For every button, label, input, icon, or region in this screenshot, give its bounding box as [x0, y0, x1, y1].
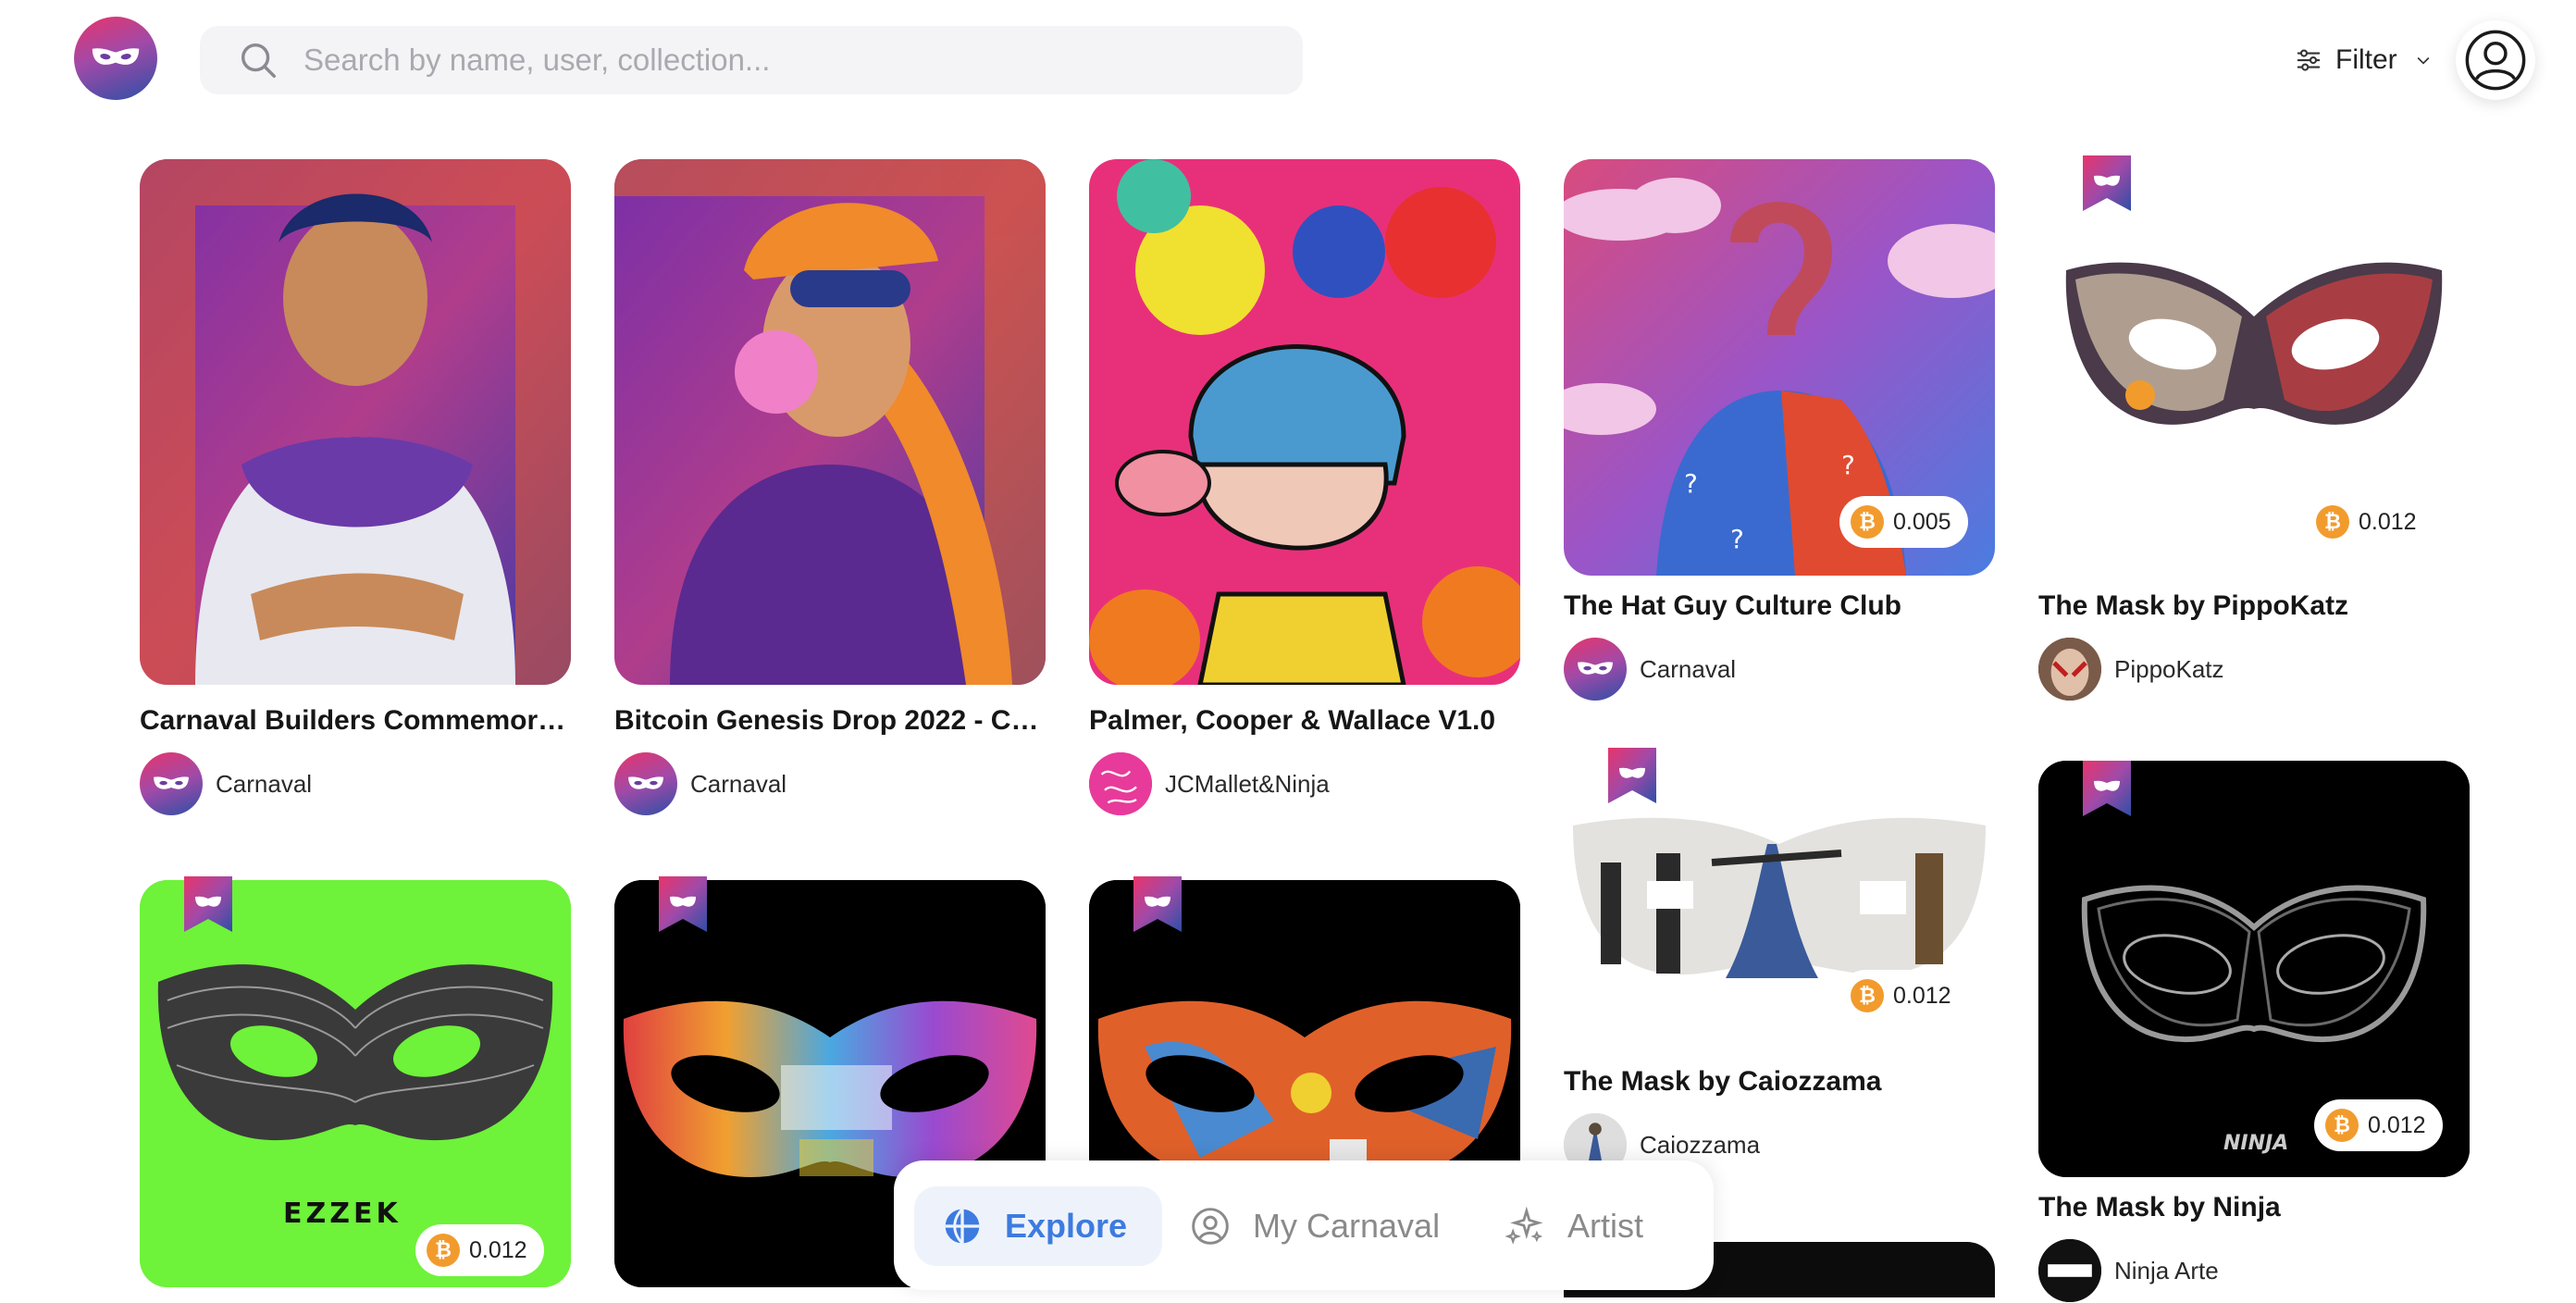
- svg-text:?: ?: [1684, 468, 1698, 499]
- nft-title[interactable]: Palmer, Cooper & Wallace V1.0: [1089, 705, 1520, 737]
- nft-title[interactable]: Carnaval Builders Commemorat...: [140, 705, 571, 737]
- creator[interactable]: PippoKatz: [2038, 637, 2224, 701]
- sliders-icon: [2297, 49, 2321, 71]
- creator-avatar: [140, 752, 203, 815]
- globe-icon: [945, 1208, 980, 1245]
- nft-title[interactable]: The Mask by Caiozzama: [1564, 1066, 1995, 1098]
- svg-text:?: ?: [1730, 524, 1744, 554]
- nav-explore[interactable]: Explore: [914, 1186, 1163, 1266]
- nav-artist[interactable]: Artist: [1505, 1186, 1643, 1266]
- bitcoin-icon: ₿: [1851, 505, 1884, 539]
- artwork-signature: EZZEK: [283, 1198, 402, 1230]
- price-tag: ₿ 0.012: [2305, 496, 2434, 548]
- nft-image[interactable]: [614, 159, 1046, 685]
- search-input[interactable]: [302, 42, 1231, 79]
- carnaval-logo[interactable]: [74, 17, 157, 100]
- creator[interactable]: Carnaval: [1564, 637, 1736, 701]
- nav-my-carnaval[interactable]: My Carnaval: [1190, 1186, 1440, 1266]
- bottom-navigation: Explore My Carnaval Artist: [894, 1160, 1714, 1290]
- filter-label: Filter: [2335, 44, 2397, 75]
- nav-explore-label: Explore: [1005, 1207, 1128, 1245]
- nft-title[interactable]: The Mask by PippoKatz: [2038, 590, 2470, 622]
- profile-button[interactable]: [2456, 20, 2535, 100]
- price-value: 0.012: [2359, 508, 2417, 535]
- creator-name: Carnaval: [1640, 654, 1737, 683]
- svg-text:?: ?: [1841, 450, 1855, 480]
- creator-avatar: [1089, 752, 1152, 815]
- bookmark-badge-icon: [2083, 761, 2131, 816]
- creator[interactable]: Ninja Arte: [2038, 1238, 2219, 1303]
- nft-image[interactable]: [140, 159, 571, 685]
- creator[interactable]: Carnaval: [614, 751, 786, 816]
- creator-name: Caiozzama: [1640, 1130, 1761, 1159]
- nft-title[interactable]: The Hat Guy Culture Club: [1564, 590, 1995, 622]
- mask-icon: [154, 776, 189, 789]
- user-circle-icon: [1192, 1208, 1229, 1245]
- nav-artist-label: Artist: [1567, 1207, 1644, 1245]
- mask-icon: [92, 48, 140, 65]
- nft-title[interactable]: Bitcoin Genesis Drop 2022 - Con...: [614, 705, 1046, 737]
- price-value: 0.012: [2368, 1111, 2426, 1138]
- bookmark-badge-icon: [2083, 155, 2131, 211]
- price-tag: ₿ 0.012: [415, 1224, 544, 1276]
- creator-avatar: [2038, 638, 2101, 701]
- mask-icon: [1578, 661, 1613, 675]
- creator[interactable]: JCMallet&Ninja: [1089, 751, 1330, 816]
- chevron-down-icon: [2417, 56, 2430, 65]
- user-icon: [2465, 30, 2526, 91]
- bookmark-badge-icon: [184, 876, 232, 932]
- nav-my-carnaval-label: My Carnaval: [1253, 1207, 1441, 1245]
- bitcoin-icon: ₿: [2325, 1109, 2359, 1142]
- artwork-illustration: [140, 159, 571, 685]
- bookmark-badge-icon: [659, 876, 707, 932]
- artwork-illustration: [1089, 159, 1520, 685]
- bitcoin-icon: ₿: [1851, 979, 1884, 1012]
- creator-name: Carnaval: [690, 769, 787, 798]
- artist-logo-image: [2038, 1239, 2101, 1302]
- creator-name: PippoKatz: [2114, 654, 2224, 683]
- artwork-signature: NINJA: [2223, 1132, 2288, 1155]
- price-tag: ₿ 0.012: [2314, 1099, 2443, 1151]
- bitcoin-icon: ₿: [2316, 505, 2349, 539]
- search-icon: [241, 43, 276, 78]
- creator-avatar: [1564, 638, 1627, 701]
- artist-signature-image: [1089, 752, 1152, 815]
- bookmark-badge-icon: [1133, 876, 1182, 932]
- price-tag: ₿ 0.005: [1839, 496, 1968, 548]
- bookmark-badge-icon: [1608, 748, 1656, 803]
- sparkles-icon: [1505, 1206, 1543, 1245]
- creator[interactable]: Carnaval: [140, 751, 312, 816]
- price-value: 0.005: [1893, 508, 1951, 535]
- artist-face-image: [2038, 638, 2101, 701]
- creator-name: Carnaval: [216, 769, 313, 798]
- price-value: 0.012: [469, 1236, 527, 1263]
- creator-name: Ninja Arte: [2114, 1256, 2219, 1284]
- creator-avatar: [2038, 1239, 2101, 1302]
- artwork-illustration: [614, 159, 1046, 685]
- creator-name: JCMallet&Ninja: [1165, 769, 1330, 798]
- search-bar[interactable]: [200, 26, 1303, 94]
- filter-button[interactable]: Filter: [2295, 35, 2433, 85]
- price-value: 0.012: [1893, 982, 1951, 1009]
- nft-image[interactable]: [1089, 159, 1520, 685]
- price-tag: ₿ 0.012: [1839, 970, 1968, 1022]
- nft-title[interactable]: The Mask by Ninja: [2038, 1192, 2470, 1223]
- bitcoin-icon: ₿: [427, 1234, 460, 1267]
- mask-icon: [628, 776, 663, 789]
- creator-avatar: [614, 752, 677, 815]
